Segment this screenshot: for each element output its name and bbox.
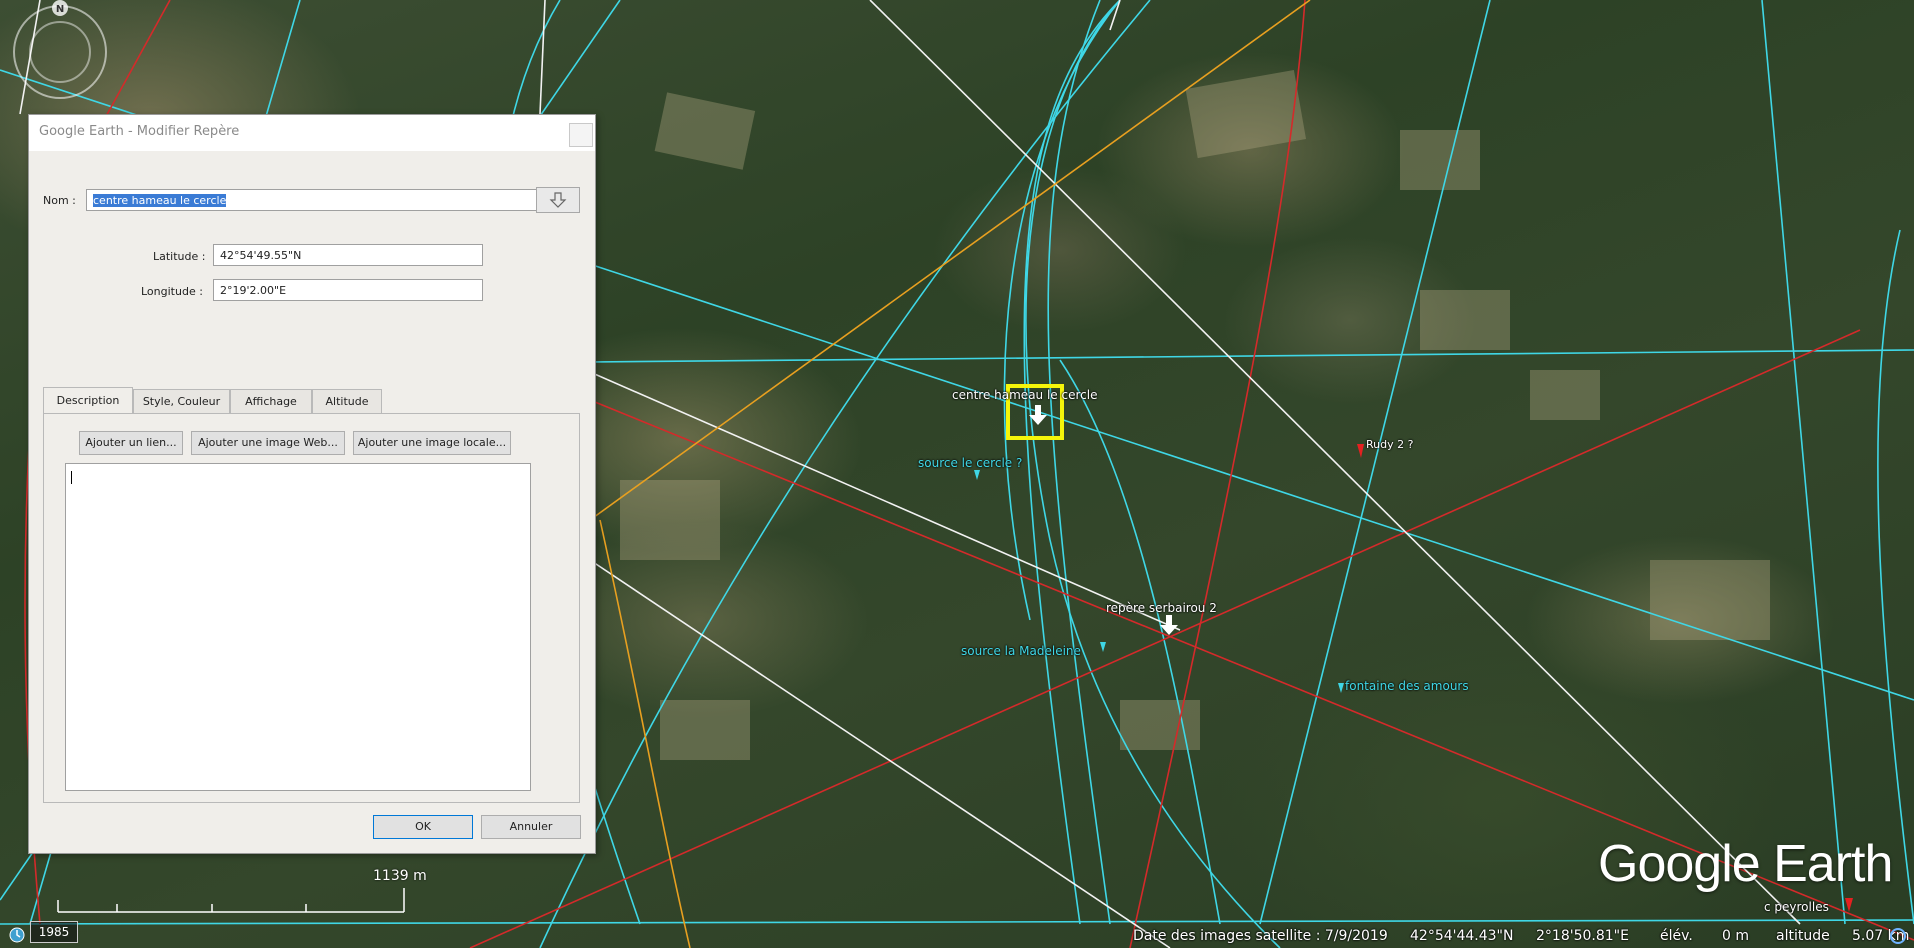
placemark-label-rudy[interactable]: Rudy 2 ? bbox=[1366, 438, 1413, 451]
cancel-button[interactable]: Annuler bbox=[481, 815, 581, 839]
placemark-pin-peyrolles[interactable] bbox=[1845, 898, 1853, 912]
add-web-image-button[interactable]: Ajouter une image Web... bbox=[191, 431, 345, 455]
add-link-button[interactable]: Ajouter un lien... bbox=[79, 431, 183, 455]
description-textarea[interactable] bbox=[65, 463, 531, 791]
placemark-label-peyrolles[interactable]: c peyrolles bbox=[1764, 900, 1829, 914]
name-input-value: centre hameau le cercle bbox=[93, 194, 227, 207]
longitude-label: Longitude : bbox=[141, 285, 203, 298]
tab-description[interactable]: Description bbox=[43, 387, 133, 413]
name-label: Nom : bbox=[43, 194, 76, 207]
placemark-pin-rudy[interactable] bbox=[1357, 444, 1364, 458]
scale-bar bbox=[57, 888, 405, 913]
scale-label: 1139 m bbox=[373, 868, 427, 884]
placemark-label-fontaine[interactable]: fontaine des amours bbox=[1345, 679, 1469, 693]
status-bar: Date des images satellite : 7/9/2019 42°… bbox=[0, 924, 1914, 948]
ok-button[interactable]: OK bbox=[373, 815, 473, 839]
placemark-label-source-cercle[interactable]: source le cercle ? bbox=[918, 456, 1022, 470]
cursor-longitude: 2°18'50.81"E bbox=[1536, 928, 1629, 944]
dialog-titlebar[interactable]: Google Earth - Modifier Repère bbox=[29, 115, 595, 151]
elevation-value: 0 m bbox=[1722, 928, 1749, 944]
placemark-pin-source-madeleine[interactable] bbox=[1100, 642, 1106, 652]
arrow-down-icon bbox=[549, 192, 567, 208]
dialog-title: Google Earth - Modifier Repère bbox=[39, 124, 240, 139]
imagery-date: Date des images satellite : 7/9/2019 bbox=[1133, 928, 1388, 944]
cursor-latitude: 42°54'44.43"N bbox=[1410, 928, 1514, 944]
historical-imagery-year[interactable]: 1985 bbox=[30, 921, 78, 943]
add-local-image-button[interactable]: Ajouter une image locale... bbox=[353, 431, 511, 455]
placemark-pin-fontaine[interactable] bbox=[1338, 683, 1344, 693]
placemark-label-serbairou[interactable]: repère serbairou 2 bbox=[1106, 601, 1217, 615]
elevation-label: élév. bbox=[1660, 928, 1693, 944]
historical-imagery-clock-icon[interactable] bbox=[8, 926, 26, 944]
streaming-progress-icon bbox=[1890, 928, 1906, 944]
tab-altitude[interactable]: Altitude bbox=[312, 389, 382, 413]
name-input[interactable]: centre hameau le cercle bbox=[86, 189, 552, 211]
dialog-close-button[interactable] bbox=[569, 123, 593, 147]
placemark-pin-source-cercle[interactable] bbox=[974, 470, 980, 480]
edit-placemark-dialog: Google Earth - Modifier Repère Nom : cen… bbox=[28, 114, 596, 854]
latitude-label: Latitude : bbox=[153, 250, 206, 263]
google-earth-logo: Google Earth bbox=[1598, 835, 1893, 893]
tab-affichage[interactable]: Affichage bbox=[230, 389, 312, 413]
compass-icon[interactable]: N bbox=[13, 0, 107, 99]
compass-north-label: N bbox=[56, 4, 64, 15]
longitude-input[interactable]: 2°19'2.00"E bbox=[213, 279, 483, 301]
altitude-label: altitude bbox=[1776, 928, 1830, 944]
text-caret bbox=[71, 471, 72, 484]
placemark-label-source-madeleine[interactable]: source la Madeleine bbox=[961, 644, 1081, 658]
placemark-label-centre[interactable]: centre hameau le cercle bbox=[952, 388, 1097, 402]
latitude-input[interactable]: 42°54'49.55"N bbox=[213, 244, 483, 266]
name-dropdown-button[interactable] bbox=[536, 187, 580, 213]
tab-style-couleur[interactable]: Style, Couleur bbox=[133, 389, 230, 413]
